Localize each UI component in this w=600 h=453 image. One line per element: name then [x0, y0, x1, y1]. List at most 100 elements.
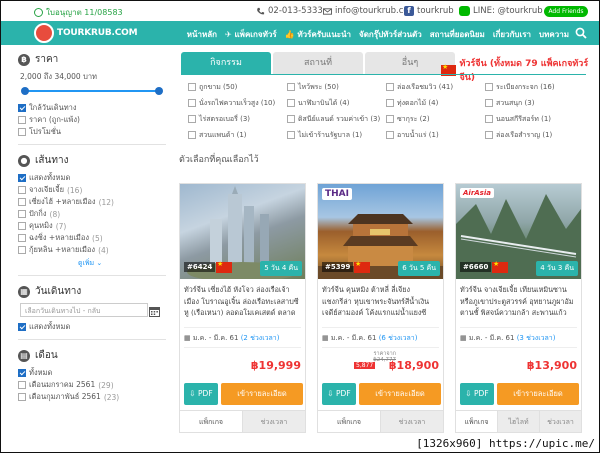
show-more-routes-link[interactable]: ดูเพิ่ม ⌄	[78, 258, 166, 269]
month-option[interactable]: เดือนมกราคม 2561 (29)	[18, 379, 166, 391]
activity-filter[interactable]: ล่องเรือสำราญ (1)	[485, 129, 584, 141]
checkbox[interactable]	[18, 323, 26, 331]
add-friends-button[interactable]: Add Friends	[544, 6, 588, 17]
nav-item-home[interactable]: หน้าหลัก	[187, 28, 217, 41]
sort-price[interactable]: ราคา (ถูก-แพ้ง)	[18, 114, 166, 126]
activity-filter[interactable]: ดิสนีย์แลนด์ รวมค่าเข้า (3)	[287, 113, 386, 125]
sort-promotion[interactable]: โปรโมชั่น	[18, 126, 166, 138]
checkbox[interactable]	[18, 186, 26, 194]
price-slider-min-handle[interactable]	[21, 87, 29, 95]
checkbox[interactable]	[18, 381, 26, 389]
nav-item-packages[interactable]: ✈ แพ็คเกจทัวร์	[225, 28, 277, 41]
card-tab-periods[interactable]: ช่วงเวลา	[380, 410, 443, 432]
activity-filter[interactable]: สวนสนุก (3)	[485, 97, 584, 109]
checkbox[interactable]	[18, 246, 26, 254]
download-pdf-button[interactable]: ⇩ PDF	[184, 383, 218, 405]
tour-duration-badge: 5 วัน 4 คืน	[260, 261, 302, 276]
activity-filter[interactable]: ระเบียงกระจก (16)	[485, 81, 584, 93]
month-option-all[interactable]: ทั้งหมด	[18, 367, 166, 379]
tour-description[interactable]: ทัวร์จีน จางเจียเจี้ย เทียนเหมินซาน หรือ…	[460, 284, 578, 320]
download-pdf-button[interactable]: ⇩ PDF	[460, 383, 494, 405]
tour-card-list: #6424 5 วัน 4 คืน ทัวร์จีน เซี่ยงไฮ้ หัง…	[179, 183, 582, 433]
price-slider[interactable]	[21, 86, 163, 96]
route-option[interactable]: จางเจียเจี้ย (16)	[18, 184, 166, 196]
facebook-contact[interactable]: f tourkrub	[404, 6, 454, 16]
view-details-button[interactable]: เข้ารายละเอียด	[359, 383, 441, 405]
card-tab-package[interactable]: แพ็กเกจ	[456, 410, 497, 432]
download-pdf-button[interactable]: ⇩ PDF	[322, 383, 356, 405]
site-logo[interactable]: TOURKRUB.COM	[34, 23, 138, 43]
checkbox[interactable]	[18, 234, 26, 242]
date-show-all[interactable]: แสดงทั้งหมด	[18, 321, 166, 333]
filter-tabs: กิจกรรม สถานที่ อื่นๆ	[181, 52, 457, 74]
china-flag-icon	[354, 260, 370, 273]
divider	[460, 327, 577, 328]
checkbox[interactable]	[18, 210, 26, 218]
view-details-button[interactable]: เข้ารายละเอียด	[221, 383, 303, 405]
activity-filter[interactable]: อาบน้ำแร่ (1)	[386, 129, 485, 141]
activity-filter[interactable]: ทุ่งดอกไม้ (4)	[386, 97, 485, 109]
month-option[interactable]: เดือนกุมภาพันธ์ 2561 (23)	[18, 391, 166, 403]
nav-item-about[interactable]: เกี่ยวกับเรา	[493, 28, 531, 41]
checkbox[interactable]	[18, 116, 26, 124]
route-option[interactable]: ปักกิ่ง (8)	[18, 208, 166, 220]
divider	[18, 144, 166, 145]
main-navbar: TOURKRUB.COM หน้าหลัก ✈ แพ็คเกจทัวร์ 👍 ท…	[1, 21, 599, 45]
checkbox[interactable]	[18, 174, 26, 182]
nav-item-private-group[interactable]: จัดกรุ๊ปทัวร์ส่วนตัว	[359, 28, 422, 41]
card-tab-package[interactable]: แพ็กเกจ	[180, 410, 242, 432]
divider	[18, 275, 166, 276]
activity-filter[interactable]: นอนสกีรีสอร์ท (1)	[485, 113, 584, 125]
tour-card[interactable]: AirAsia #6660 4 วัน 3 คืน ทัวร์จีน จางเจ…	[455, 183, 582, 433]
line-contact[interactable]: LINE: @tourkrub	[459, 6, 543, 16]
tour-code-badge: #5399	[322, 262, 354, 272]
route-option-all[interactable]: แสดงทั้งหมด	[18, 172, 166, 184]
activity-filter[interactable]: ถูกขาม (50)	[188, 81, 287, 93]
email-contact[interactable]: info@tourkrub.co	[323, 6, 409, 16]
route-option[interactable]: เซี่ยงไฮ้ +หลายเมือง (12)	[18, 196, 166, 208]
view-details-button[interactable]: เข้ารายละเอียด	[497, 383, 579, 405]
card-tab-package[interactable]: แพ็กเกจ	[318, 410, 380, 432]
card-tab-periods[interactable]: ช่วงเวลา	[539, 410, 581, 432]
date-periods-link[interactable]: (2 ช่วงเวลา)	[241, 334, 280, 342]
tour-description[interactable]: ทัวร์จีน คุนหมิง ต้าหลี่ ลี่เจียง แชงกรี…	[322, 284, 440, 320]
activity-filter[interactable]: ไม่เข้าร้านรัฐบาล (1)	[287, 129, 386, 141]
sort-nearest-date[interactable]: ใกล้วันเดินทาง	[18, 102, 166, 114]
tour-date-range: ▦ ม.ค. - มี.ค. 61 (6 ช่วงเวลา)	[322, 334, 418, 342]
price-slider-max-handle[interactable]	[155, 87, 163, 95]
checkbox[interactable]	[18, 369, 26, 377]
checkbox[interactable]	[18, 104, 26, 112]
calendar-icon[interactable]	[149, 306, 160, 317]
nav-item-articles[interactable]: บทความ	[539, 28, 569, 41]
tour-description[interactable]: ทัวร์จีน เซี่ยงไฮ้ หังโจว ล่องเรือเจ้าเม…	[184, 284, 302, 320]
activity-filter[interactable]: นาฬิมาบินได้ (4)	[287, 97, 386, 109]
tab-places[interactable]: สถานที่	[273, 52, 363, 74]
activity-filter[interactable]: ล่องเรือชมวิว (41)	[386, 81, 485, 93]
route-option[interactable]: คุนหมิง (7)	[18, 220, 166, 232]
activity-filter[interactable]: นั่งรถไฟความเร็วสูง (10)	[188, 97, 287, 109]
search-icon[interactable]	[575, 27, 587, 39]
phone-contact[interactable]: 02-013-5333	[256, 6, 323, 16]
tour-card[interactable]: THAI #5399 6 วัน 5 คืน ทัวร์จีน คุนหมิง …	[317, 183, 444, 433]
route-option[interactable]: ฉงชิ่ง +หลายเมือง (5)	[18, 232, 166, 244]
activity-filter[interactable]: สวนแพนด้า (1)	[188, 129, 287, 141]
tab-activities[interactable]: กิจกรรม	[181, 52, 271, 74]
checkbox[interactable]	[18, 198, 26, 206]
checkbox[interactable]	[18, 128, 26, 136]
activity-filter[interactable]: ไหว้พระ (50)	[287, 81, 386, 93]
logo-text: TOURKRUB.COM	[57, 28, 138, 38]
card-tab-highlights[interactable]: ไฮไลท์	[497, 410, 539, 432]
activity-filter[interactable]: ซากุระ (2)	[386, 113, 485, 125]
date-periods-link[interactable]: (6 ช่วงเวลา)	[379, 334, 418, 342]
tour-card[interactable]: #6424 5 วัน 4 คืน ทัวร์จีน เซี่ยงไฮ้ หัง…	[179, 183, 306, 433]
checkbox[interactable]	[18, 222, 26, 230]
nav-item-recommended[interactable]: 👍 ทัวร์ครับแนะนำ	[285, 28, 351, 41]
travel-date-input[interactable]: เลือกวันเดินทางไป - กลับ	[20, 303, 148, 317]
email-icon	[323, 7, 332, 15]
nav-item-popular-places[interactable]: สถานที่ยอดนิยม	[430, 28, 485, 41]
card-tab-periods[interactable]: ช่วงเวลา	[242, 410, 305, 432]
route-option[interactable]: กุ้ยหลิน +หลายเมือง (4)	[18, 244, 166, 256]
checkbox[interactable]	[18, 393, 26, 401]
activity-filter[interactable]: ไร่สตรอเบอรี่ (3)	[188, 113, 287, 125]
date-periods-link[interactable]: (3 ช่วงเวลา)	[517, 334, 556, 342]
